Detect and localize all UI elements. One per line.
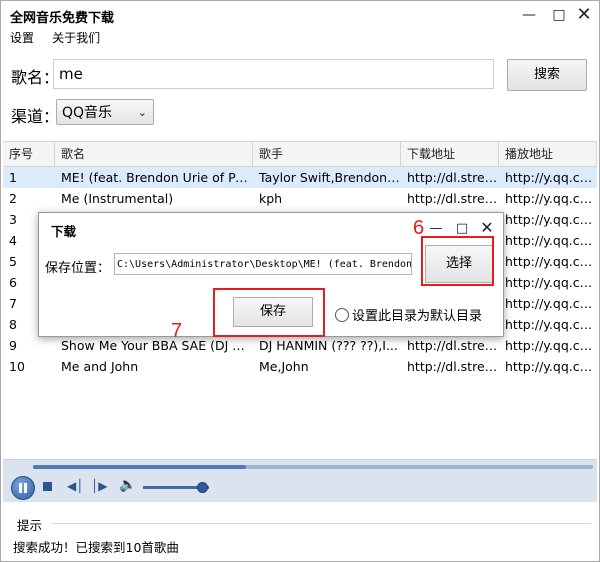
cell-index: 2 [9,191,17,206]
progress-slider[interactable] [33,465,593,469]
cell-play-url: http://y.qq.co... [505,191,597,206]
dialog-close-icon[interactable]: ✕ [480,218,494,237]
channel-select[interactable]: QQ音乐 ⌄ [56,99,154,125]
radio-icon[interactable] [335,308,349,322]
pause-button[interactable] [11,476,35,500]
table-row[interactable]: 2 Me (Instrumental) kph http://dl.strea... h… [3,188,597,209]
cell-download-url: http://dl.strea... [407,338,499,353]
channel-value: QQ音乐 [62,105,113,121]
channel-label: 渠道： [11,107,60,126]
cell-index: 10 [9,359,25,374]
menu-bar: 设置 关于我们 [10,29,114,45]
cell-singer: Taylor Swift,Brendon ... [259,170,401,185]
cell-singer: Me,John [259,359,309,374]
volume-slider[interactable] [143,482,209,493]
menu-settings[interactable]: 设置 [10,29,34,46]
minimize-icon[interactable]: — [521,7,537,23]
table-header: 序号 歌名 歌手 下载地址 播放地址 [3,142,597,167]
step-6-annotation: 6 [413,217,425,239]
status-title: 提示 [17,518,43,533]
cell-song: Me and John [61,359,139,374]
cell-singer: kph [259,191,283,206]
song-name-input[interactable]: me [53,59,494,89]
cell-singer: DJ HANMIN (??? ??),I... [259,338,398,353]
search-button[interactable]: 搜索 [507,59,587,91]
cell-song: ME! (feat. Brendon Urie of Pan... [61,170,253,185]
volume-knob[interactable] [197,482,209,493]
dialog-minimize-icon[interactable]: — [429,221,443,236]
dialog-maximize-icon[interactable]: □ [455,221,469,236]
pause-icon [19,483,22,493]
cell-play-url: http://y.qq.co... [505,212,597,227]
cell-download-url: http://dl.strea... [407,359,499,374]
highlight-choose-button [421,236,494,286]
save-path-input[interactable]: C:\Users\Administrator\Desktop\ME! (feat… [114,253,412,275]
cell-play-url: http://y.qq.co... [505,254,597,269]
status-message: 搜索成功！已搜索到10首歌曲 [13,540,179,555]
default-directory-option[interactable]: 设置此目录为默认目录 [335,305,482,324]
volume-icon[interactable]: 🔈 [119,477,136,493]
cell-song: Me (Instrumental) [61,191,174,206]
table-row[interactable]: 9 Show Me Your BBA SAE (DJ Br... DJ HANMIN… [3,335,597,356]
cell-play-url: http://y.qq.co... [505,233,597,248]
cell-index: 1 [9,170,17,185]
cell-play-url: http://y.qq.co... [505,359,597,374]
cell-play-url: http://y.qq.co... [505,170,597,185]
table-row[interactable]: 10 Me and John Me,John http://dl.strea... ht… [3,356,597,377]
cell-play-url: http://y.qq.co... [505,317,597,332]
save-location-label: 保存位置： [45,261,111,276]
cell-song: Show Me Your BBA SAE (DJ Br... [61,338,253,353]
column-header-song[interactable]: 歌名 [55,142,253,166]
close-icon[interactable]: ✕ [576,6,592,24]
column-header-index[interactable]: 序号 [3,142,55,166]
next-icon[interactable]: │▶ [91,479,107,493]
table-row[interactable]: 1 ME! (feat. Brendon Urie of Pan... Taylor… [3,167,597,188]
cell-play-url: http://y.qq.co... [505,275,597,290]
previous-icon[interactable]: ◀│ [67,479,83,493]
column-header-singer[interactable]: 歌手 [253,142,401,166]
cell-index: 9 [9,338,17,353]
maximize-icon[interactable]: □ [551,7,567,23]
chevron-down-icon: ⌄ [137,106,147,119]
default-directory-label: 设置此目录为默认目录 [352,309,483,324]
column-header-download-url[interactable]: 下载地址 [401,142,499,166]
menu-about-us[interactable]: 关于我们 [52,29,100,46]
status-panel: 提示 搜索成功！已搜索到10首歌曲 [3,511,597,559]
cell-download-url: http://dl.strea... [407,191,499,206]
cell-play-url: http://y.qq.co... [505,338,597,353]
song-name-label: 歌名： [11,68,60,87]
column-header-play-url[interactable]: 播放地址 [499,142,597,166]
title-bar: 全网音乐免费下载 — □ ✕ [1,1,599,29]
highlight-save-button [213,288,325,337]
step-7-annotation: 7 [171,320,183,342]
status-divider [51,523,591,524]
player-bar: ◀│ │▶ 🔈 [3,459,597,502]
window-title: 全网音乐免费下载 [10,11,115,26]
cell-download-url: http://dl.strea... [407,170,499,185]
progress-fill [33,465,246,469]
dialog-title: 下载 [51,224,77,239]
cell-play-url: http://y.qq.co... [505,296,597,311]
stop-icon[interactable] [43,482,52,491]
